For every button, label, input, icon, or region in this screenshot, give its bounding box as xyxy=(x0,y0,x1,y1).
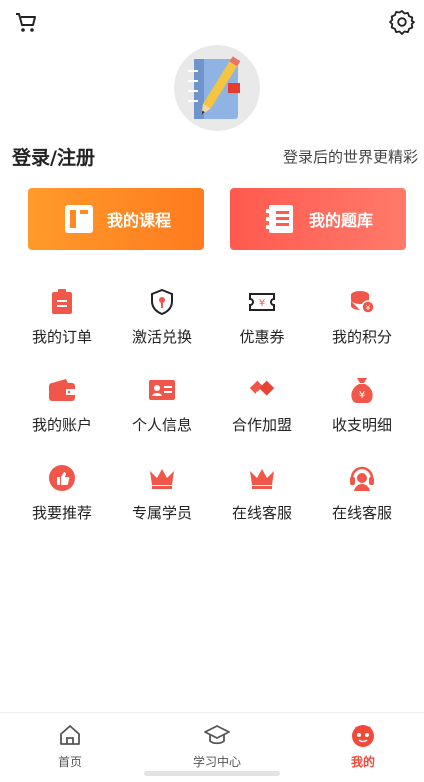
menu-item-label: 激活兑换 xyxy=(131,328,192,346)
avatar[interactable] xyxy=(174,45,260,131)
shield-key-icon xyxy=(148,288,176,316)
tab-mine[interactable]: 我的 xyxy=(313,721,413,770)
crown-icon xyxy=(148,464,176,492)
menu-item-label: 在线客服 xyxy=(331,504,392,522)
menu-item-label: 收支明细 xyxy=(331,416,392,434)
menu-item-label: 我的账户 xyxy=(31,416,92,434)
svg-text:¥: ¥ xyxy=(366,304,371,312)
menu-item-label: 在线客服 xyxy=(231,504,292,522)
my-question-bank-label: 我的题库 xyxy=(309,211,374,230)
headset-icon xyxy=(348,464,376,492)
menu-item-online-service-2[interactable]: 在线客服 xyxy=(312,456,412,536)
my-courses-label: 我的课程 xyxy=(107,211,172,230)
graduation-cap-icon xyxy=(167,721,267,749)
tab-label: 首页 xyxy=(57,755,82,769)
question-bank-icon xyxy=(263,201,299,237)
coupon-icon: ¥ xyxy=(248,288,276,316)
menu-item-label: 个人信息 xyxy=(131,416,192,434)
menu-item-label: 合作加盟 xyxy=(231,416,292,434)
clipboard-icon xyxy=(48,288,76,316)
mascot-icon xyxy=(313,721,413,749)
menu-item-label: 专属学员 xyxy=(131,504,192,522)
menu-item-label: 优惠券 xyxy=(239,328,285,346)
menu-item-coupons[interactable]: ¥ 优惠券 xyxy=(212,280,312,360)
thumbs-up-icon xyxy=(48,464,76,492)
svg-text:¥: ¥ xyxy=(359,390,365,401)
my-question-bank-button[interactable]: 我的题库 xyxy=(230,188,406,250)
cart-icon[interactable] xyxy=(10,6,42,38)
tab-learning-center[interactable]: 学习中心 xyxy=(167,721,267,770)
menu-item-franchise[interactable]: 合作加盟 xyxy=(212,368,312,448)
menu-item-statement[interactable]: ¥ 收支明细 xyxy=(312,368,412,448)
crown-icon xyxy=(248,464,276,492)
menu-item-points[interactable]: ¥ 我的积分 xyxy=(312,280,412,360)
home-indicator[interactable] xyxy=(144,771,280,776)
menu-item-recommend[interactable]: 我要推荐 xyxy=(12,456,112,536)
menu-item-label: 我要推荐 xyxy=(31,504,92,522)
tab-label: 我的 xyxy=(350,755,375,769)
wallet-icon xyxy=(48,376,76,404)
id-card-icon xyxy=(148,376,176,404)
login-register-link[interactable]: 登录/注册 xyxy=(12,143,95,170)
notebook-pencil-avatar xyxy=(188,56,241,119)
handshake-icon xyxy=(248,376,276,404)
coins-icon: ¥ xyxy=(348,288,376,316)
tab-home[interactable]: 首页 xyxy=(20,721,120,770)
home-icon xyxy=(20,721,120,749)
menu-item-activate[interactable]: 激活兑换 xyxy=(112,280,212,360)
top-bar xyxy=(0,0,424,44)
menu-item-online-service-1[interactable]: 在线客服 xyxy=(212,456,312,536)
menu-item-profile[interactable]: 个人信息 xyxy=(112,368,212,448)
menu-item-account[interactable]: 我的账户 xyxy=(12,368,112,448)
tab-label: 学习中心 xyxy=(192,755,241,769)
my-courses-button[interactable]: 我的课程 xyxy=(28,188,204,250)
svg-text:¥: ¥ xyxy=(259,298,265,309)
menu-item-label: 我的订单 xyxy=(31,328,92,346)
menu-item-vip[interactable]: 专属学员 xyxy=(112,456,212,536)
login-hint: 登录后的世界更精彩 xyxy=(282,148,418,166)
menu-item-orders[interactable]: 我的订单 xyxy=(12,280,112,360)
gear-icon[interactable] xyxy=(386,6,418,38)
menu-item-label: 我的积分 xyxy=(331,328,392,346)
money-bag-icon: ¥ xyxy=(348,376,376,404)
book-icon xyxy=(61,201,97,237)
